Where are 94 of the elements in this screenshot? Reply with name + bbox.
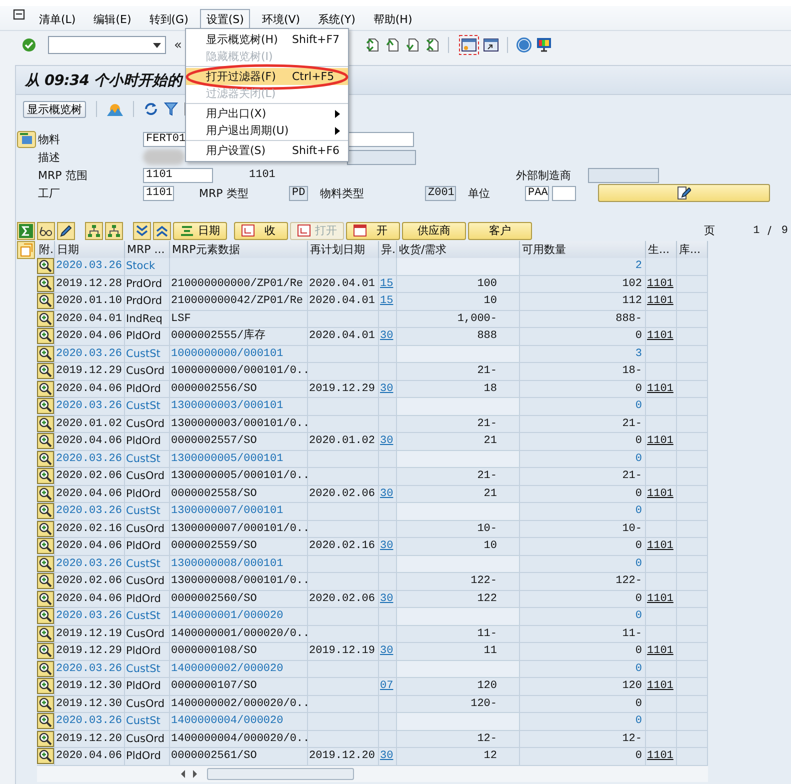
menu-option[interactable]: 用户设置(S) Shift+F6 [186, 142, 348, 159]
menu-option[interactable]: 用户退出周期(U) [186, 122, 348, 139]
plant-link[interactable]: 1101 [647, 330, 674, 342]
field-label: 物料 [37, 132, 61, 146]
window-icon[interactable] [482, 37, 499, 53]
manufacturer-field [588, 168, 659, 182]
menu-option[interactable]: 打开过滤器(F) Ctrl+F5 [186, 68, 348, 85]
plant-field[interactable]: 1101 [143, 186, 174, 200]
plant-link[interactable]: 1101 [647, 680, 674, 692]
pencil-icon[interactable] [57, 222, 75, 240]
toolbar-button[interactable]: 供应商 [402, 222, 466, 240]
mrp-area-text: 1101 [249, 169, 276, 181]
window-icon[interactable] [458, 35, 479, 55]
command-field[interactable] [48, 36, 166, 54]
edit-icon [677, 186, 691, 200]
document-icon [297, 224, 311, 237]
glasses-icon[interactable] [37, 222, 55, 240]
plant-link[interactable]: 1101 [647, 435, 674, 447]
exception-link[interactable]: 15 [380, 278, 394, 290]
previous-page-icon[interactable] [384, 37, 400, 53]
edit-button[interactable] [598, 184, 770, 202]
toolbar-button[interactable]: 开 [346, 222, 400, 240]
exception-link[interactable]: 30 [380, 645, 394, 657]
exception-link[interactable]: 30 [380, 382, 394, 394]
plant-link[interactable]: 1101 [647, 278, 674, 290]
page-number: 1 [753, 224, 760, 236]
document-icon [241, 224, 255, 237]
exception-link[interactable]: 30 [380, 330, 394, 342]
calendar-icon [353, 224, 367, 237]
collapse-icon[interactable] [153, 222, 171, 240]
plant-link[interactable]: 1101 [647, 750, 674, 762]
plant-link[interactable]: 1101 [647, 645, 674, 657]
page-separator: / [768, 224, 772, 237]
scrollbar-thumb[interactable] [207, 768, 354, 780]
menu-item[interactable]: 清单(L) [33, 9, 82, 30]
blurred-value [143, 149, 185, 165]
scroll-left-icon[interactable] [179, 768, 187, 778]
dropdown-caret-icon[interactable] [153, 43, 161, 48]
exception-link[interactable]: 07 [380, 680, 394, 692]
expand-icon[interactable] [133, 222, 151, 240]
plant-link[interactable]: 1101 [647, 488, 674, 500]
exception-link[interactable]: 30 [380, 488, 394, 500]
page-label: 页 [704, 223, 716, 238]
history-button[interactable]: « [170, 38, 186, 52]
menu-item[interactable]: 环境(V) [256, 9, 306, 30]
field-label: MRP 范围 [37, 168, 88, 182]
menu-option[interactable]: 显示概览树(H) Shift+F7 [186, 31, 348, 48]
hierarchy-icon[interactable] [105, 222, 123, 240]
overview-tree-button[interactable]: 显示概览树 [23, 100, 86, 118]
screen-title: 从 09:34 个小时开始的 [25, 72, 182, 90]
field-label: 工厂 [37, 186, 61, 200]
unit-field[interactable]: PAA [525, 186, 549, 200]
menu-item[interactable]: 编辑(E) [88, 9, 138, 30]
exception-link[interactable]: 30 [380, 540, 394, 552]
filter-icon[interactable] [164, 102, 178, 116]
plant-link[interactable]: 1101 [647, 382, 674, 394]
field-label: 单位 [467, 186, 491, 200]
last-page-icon[interactable] [424, 37, 440, 53]
menu-item[interactable]: 转到(G) [143, 9, 194, 30]
menu-option[interactable]: 用户出口(X) [186, 105, 348, 122]
material-type-field: Z001 [425, 186, 456, 200]
plant-link[interactable]: 1101 [647, 295, 674, 307]
sum-icon[interactable] [17, 222, 35, 240]
plant-link[interactable]: 1101 [647, 592, 674, 604]
bars-icon [180, 224, 194, 237]
exception-link[interactable]: 30 [380, 592, 394, 604]
field-label: MRP 类型 [198, 186, 250, 200]
toolbar-button[interactable]: 收 [234, 222, 288, 240]
hierarchy-icon[interactable] [85, 222, 103, 240]
menu-icon[interactable] [13, 9, 25, 20]
refresh-icon[interactable] [144, 102, 158, 116]
menu-item[interactable]: 帮助(H) [367, 9, 418, 30]
mountain-icon[interactable] [107, 102, 123, 116]
menu-item[interactable]: 设置(S) [200, 9, 250, 30]
field-label: 外部制造商 [515, 168, 572, 182]
material-icon-button[interactable] [17, 130, 36, 148]
toolbar-button[interactable]: 客户 [468, 222, 532, 240]
check-icon[interactable] [22, 38, 36, 52]
toolbar-button[interactable]: 日期 [173, 222, 227, 240]
scroll-right-icon[interactable] [191, 768, 199, 778]
next-page-icon[interactable] [404, 37, 420, 53]
exception-link[interactable]: 30 [380, 435, 394, 447]
first-page-icon[interactable] [364, 37, 380, 53]
input-field[interactable] [552, 186, 576, 200]
field-label: 物料类型 [319, 186, 365, 200]
page-count: 9 [781, 224, 788, 236]
mrp-type-field: PD [289, 186, 308, 200]
exception-link[interactable]: 15 [380, 295, 394, 307]
monitor-icon[interactable] [536, 37, 552, 53]
mrp-area-field[interactable]: 1101 [143, 168, 213, 182]
field-label: 描述 [37, 150, 61, 164]
plant-link[interactable]: 1101 [647, 540, 674, 552]
exception-link[interactable]: 30 [380, 750, 394, 762]
menu-item[interactable]: 系统(Y) [312, 9, 362, 30]
